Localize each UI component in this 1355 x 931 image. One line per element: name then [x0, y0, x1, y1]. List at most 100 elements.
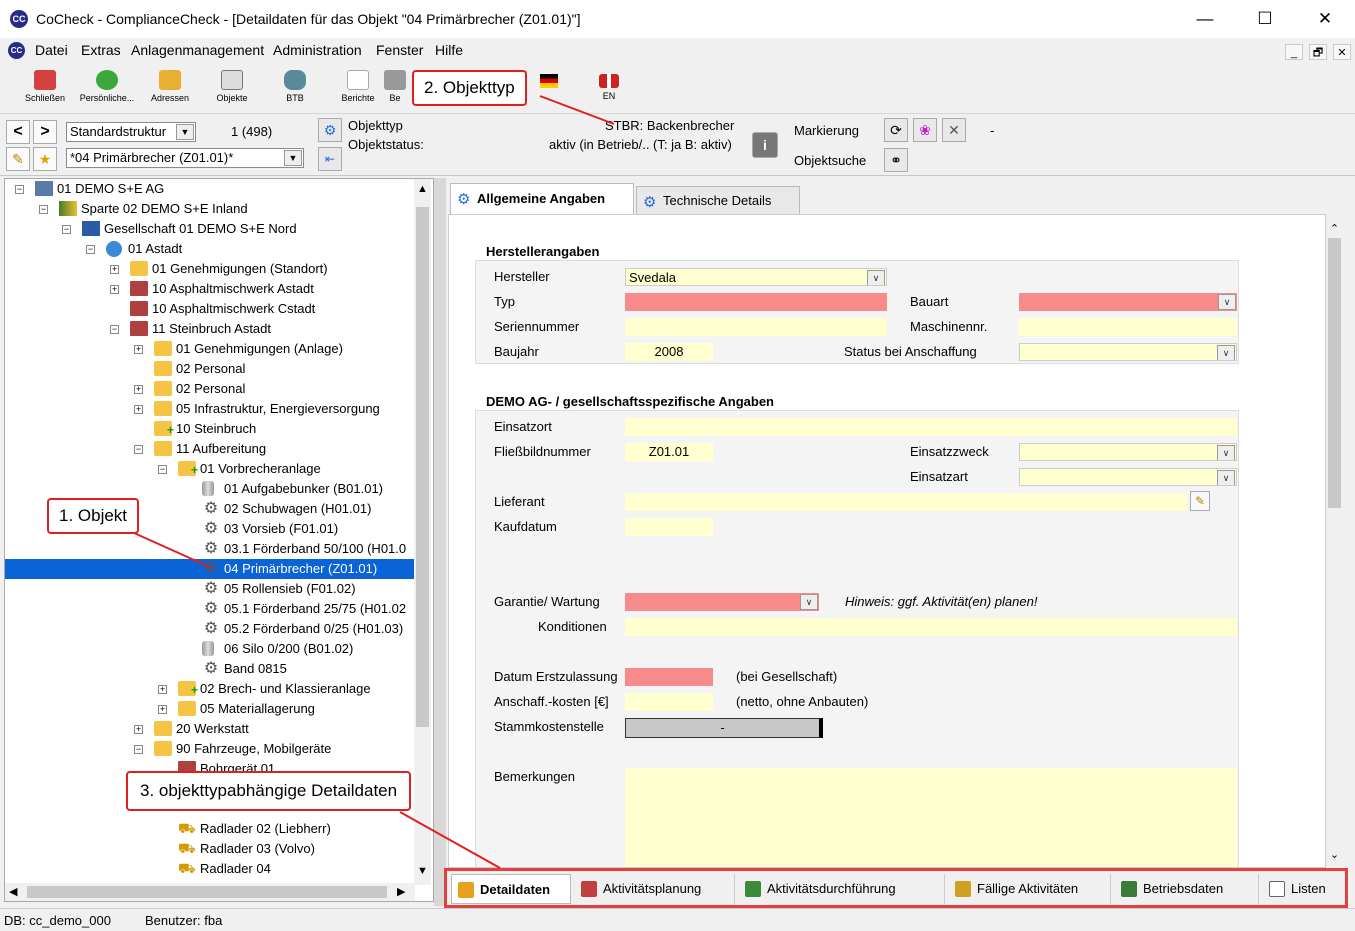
toolbar-btb-button[interactable]: BTB	[264, 68, 326, 112]
expand-icon[interactable]: +	[110, 265, 119, 274]
chevron-down-icon[interactable]: ∨	[867, 270, 885, 285]
tree-item[interactable]: − Sparte 02 DEMO S+E Inland	[5, 199, 414, 219]
mdi-close-button[interactable]: ✕	[1333, 44, 1351, 60]
tree-item[interactable]: ⚙ Band 0815	[5, 659, 414, 679]
tree-item[interactable]: +02 Brech- und Klassieranlage	[5, 679, 414, 700]
tree-item[interactable]: +02 Personal	[5, 379, 414, 399]
einsatzort-field[interactable]	[625, 418, 1237, 436]
tree-item[interactable]: +05 Infrastruktur, Energieversorgung	[5, 399, 414, 419]
collapse-icon[interactable]: −	[86, 245, 95, 254]
mdi-minimize-button[interactable]: _	[1285, 44, 1303, 60]
lieferant-edit-pencil-icon[interactable]: ✎	[1190, 491, 1210, 511]
bottom-tab-aktivitaetsplanung[interactable]: Aktivitätsplanung	[575, 874, 735, 904]
expand-icon[interactable]: +	[134, 345, 143, 354]
garantie-select[interactable]: ∨	[625, 593, 819, 611]
einsatzart-select[interactable]: ∨	[1019, 468, 1237, 486]
expand-icon[interactable]: +	[134, 725, 143, 734]
tree-item[interactable]: ⚙ 05.2 Förderband 0/25 (H01.03)	[5, 619, 414, 639]
maschinennr-field[interactable]	[1019, 318, 1237, 336]
scroll-down-icon[interactable]: ⌄	[1327, 848, 1342, 861]
fliessbild-field[interactable]: Z01.01	[625, 443, 713, 461]
collapse-icon[interactable]: −	[134, 745, 143, 754]
tree-item[interactable]: ⚙ 03.1 Förderband 50/100 (H01.0	[5, 539, 414, 559]
tree-item[interactable]: ⛟ Radlader 02 (Liebherr)	[5, 819, 414, 839]
jump-to-icon[interactable]: ⇤	[318, 147, 342, 171]
tree-item[interactable]: − 11 Aufbereitung	[5, 439, 414, 459]
toolbar-schliessen-button[interactable]: Schließen	[14, 68, 76, 112]
bottom-tab-betriebsdaten[interactable]: Betriebsdaten	[1115, 874, 1259, 904]
expand-icon[interactable]: +	[158, 705, 167, 714]
chevron-down-icon[interactable]: ▼	[176, 124, 194, 140]
toolbar-be-button[interactable]: Be	[380, 68, 410, 112]
maximize-button[interactable]: ☐	[1250, 8, 1280, 30]
chevron-down-icon[interactable]: ∨	[1217, 470, 1235, 485]
chevron-down-icon[interactable]: ∨	[1217, 345, 1235, 360]
chevron-down-icon[interactable]: ∨	[1218, 294, 1236, 310]
tree-item[interactable]: ⛟ Radlader 04	[5, 859, 414, 879]
forward-button[interactable]: >	[33, 120, 57, 144]
chevron-down-icon[interactable]: ∨	[800, 594, 818, 610]
hersteller-select[interactable]: Svedala ∨	[625, 268, 887, 286]
tree-item[interactable]: ⛟ Radlader 03 (Volvo)	[5, 839, 414, 859]
new-star-button[interactable]: ★	[33, 147, 57, 171]
bottom-tab-faellige-aktivitaeten[interactable]: Fällige Aktivitäten	[949, 874, 1111, 904]
tree-item-selected[interactable]: ⚙ 04 Primärbrecher (Z01.01)	[5, 559, 414, 579]
tree-item[interactable]: 06 Silo 0/200 (B01.02)	[5, 639, 414, 659]
menu-administration[interactable]: Administration	[273, 42, 362, 58]
status-anschaffung-select[interactable]: ∨	[1019, 343, 1237, 361]
object-select[interactable]: *04 Primärbrecher (Z01.01)* ▼	[66, 148, 304, 168]
refresh-icon[interactable]: ⟳	[884, 118, 908, 142]
tree-item[interactable]: +10 Asphaltmischwerk Astadt	[5, 279, 414, 299]
stammkosten-field[interactable]: -	[625, 718, 823, 738]
tree-item[interactable]: 10 Asphaltmischwerk Cstadt	[5, 299, 414, 319]
mdi-restore-button[interactable]: 🗗	[1309, 44, 1327, 60]
kaufdatum-field[interactable]	[625, 518, 713, 536]
tree-item[interactable]: ⚙ 05.1 Förderband 25/75 (H01.02	[5, 599, 414, 619]
collapse-icon[interactable]: −	[62, 225, 71, 234]
menu-fenster[interactable]: Fenster	[376, 42, 423, 58]
gear-icon[interactable]: ⚙	[318, 118, 342, 142]
tree-item[interactable]: +20 Werkstatt	[5, 719, 414, 739]
bottom-tab-aktivitaetsdurchfuehrung[interactable]: Aktivitätsdurchführung	[739, 874, 945, 904]
tree-item[interactable]: − 01 Vorbrecheranlage	[5, 459, 414, 480]
tree-item[interactable]: − 90 Fahrzeuge, Mobilgeräte	[5, 739, 414, 759]
toolbar-adressen-button[interactable]: Adressen	[139, 68, 201, 112]
collapse-icon[interactable]: −	[39, 205, 48, 214]
toolbar-persoenliche-button[interactable]: Persönliche...	[76, 68, 138, 112]
scroll-right-icon[interactable]: ▶	[397, 885, 405, 898]
info-icon[interactable]: i	[752, 132, 778, 158]
tree-vertical-scrollbar[interactable]: ▲ ▼	[414, 179, 431, 885]
tree-hscroll-thumb[interactable]	[27, 886, 387, 898]
collapse-icon[interactable]: −	[15, 185, 24, 194]
chevron-down-icon[interactable]: ▼	[284, 150, 302, 166]
tree-item[interactable]: +01 Genehmigungen (Standort)	[5, 259, 414, 279]
toolbar-lang-en-button[interactable]: EN	[578, 68, 640, 112]
tree-item[interactable]: +05 Materiallagerung	[5, 699, 414, 719]
anschaff-field[interactable]	[625, 693, 713, 711]
back-button[interactable]: <	[6, 120, 30, 144]
tree-item[interactable]: 01 Aufgabebunker (B01.01)	[5, 479, 414, 499]
collapse-icon[interactable]: −	[110, 325, 119, 334]
tab-allgemeine-angaben[interactable]: ⚙ Allgemeine Angaben	[450, 183, 634, 215]
tree-item[interactable]: 02 Personal	[5, 359, 414, 379]
konditionen-field[interactable]	[625, 618, 1237, 636]
tree-item[interactable]: +01 Genehmigungen (Anlage)	[5, 339, 414, 359]
collapse-icon[interactable]: −	[158, 465, 167, 474]
menu-hilfe[interactable]: Hilfe	[435, 42, 463, 58]
bottom-tab-listen[interactable]: Listen	[1263, 874, 1343, 904]
seriennummer-field[interactable]	[625, 318, 887, 336]
bauart-select[interactable]: ∨	[1019, 293, 1237, 311]
close-button[interactable]: ✕	[1310, 8, 1340, 30]
tree-item[interactable]: − 11 Steinbruch Astadt	[5, 319, 414, 339]
scroll-down-icon[interactable]: ▼	[415, 865, 430, 877]
tree-item[interactable]: 10 Steinbruch	[5, 419, 414, 440]
tree-item[interactable]: − 01 Astadt	[5, 239, 414, 259]
binoculars-icon[interactable]: ⚭	[884, 148, 908, 172]
expand-icon[interactable]: +	[158, 685, 167, 694]
typ-field[interactable]	[625, 293, 887, 311]
structure-select[interactable]: Standardstruktur ▼	[66, 122, 196, 142]
form-vertical-scrollbar[interactable]: ⌃ ⌄	[1326, 216, 1343, 868]
expand-icon[interactable]: +	[110, 285, 119, 294]
erstzulassung-field[interactable]	[625, 668, 713, 686]
expand-icon[interactable]: +	[134, 385, 143, 394]
